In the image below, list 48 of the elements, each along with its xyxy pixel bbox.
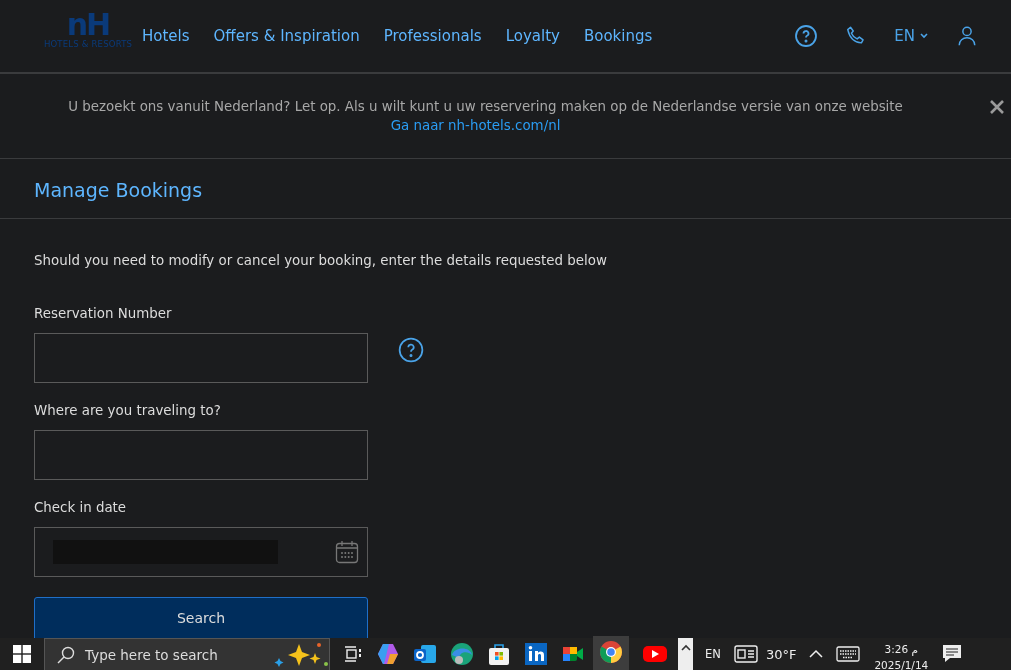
chrome-taskbar-button[interactable] (593, 636, 629, 670)
chevron-up-icon[interactable] (809, 649, 824, 659)
nav-link[interactable]: Hotels (142, 27, 190, 45)
news-icon[interactable] (733, 644, 758, 664)
banner-link[interactable]: Ga naar nh-hotels.com/nl (390, 118, 621, 133)
copilot-icon[interactable] (376, 642, 400, 666)
weather-temperature[interactable]: 30°F (765, 646, 797, 662)
chevron-icon (919, 32, 929, 40)
scroll-arrows[interactable] (678, 638, 693, 670)
user-icon[interactable] (956, 25, 978, 47)
search-button[interactable]: Search (34, 597, 368, 638)
nav-link[interactable]: Professionals (383, 27, 482, 45)
logo-mark: nH (66, 11, 110, 39)
clock-date[interactable]: 2025/1/14 (874, 657, 929, 670)
nav-link[interactable]: Loyalty (505, 27, 560, 45)
date-field[interactable] (34, 527, 368, 577)
task-view-icon[interactable] (343, 644, 363, 664)
field-label: Reservation Number (34, 306, 173, 321)
help-icon[interactable] (398, 337, 424, 363)
edge-icon[interactable] (450, 642, 474, 666)
nav-link[interactable]: Offers & Inspiration (213, 27, 360, 45)
logo-tagline: HOTELS & RESORTS (43, 39, 133, 49)
intro-text: Should you need to modify or cancel your booking, enter the details requested below (34, 253, 608, 268)
language-selector[interactable]: EN (894, 27, 929, 45)
clock-time[interactable]: 3:26 م (884, 641, 919, 657)
calendar-icon[interactable] (335, 540, 359, 564)
search-icon (57, 645, 75, 664)
chrome-icon (599, 640, 623, 664)
outlook-icon[interactable] (413, 642, 437, 666)
linkedin-icon[interactable] (524, 642, 548, 666)
close-icon[interactable] (989, 99, 1005, 115)
windows-start-icon[interactable] (13, 645, 31, 663)
taskbar-search-field[interactable]: Type here to search (44, 638, 330, 670)
chevron-icon (680, 644, 691, 651)
search-placeholder: Type here to search (85, 646, 218, 663)
input-field[interactable] (34, 430, 368, 480)
input-field[interactable] (34, 333, 368, 383)
help-icon[interactable] (794, 24, 819, 48)
youtube-icon[interactable] (642, 644, 668, 664)
nav-link[interactable]: Bookings (583, 27, 653, 45)
notification-icon[interactable] (941, 643, 964, 665)
field-label: Where are you traveling to? (34, 403, 222, 418)
field-label: Check in date (34, 500, 128, 515)
banner-message: U bezoekt ons vanuit Nederland? Let op. Als u wilt kunt u uw reservering maken op de Nederlandse versie van onze website (67, 99, 904, 114)
page-title: Manage Bookings (0, 159, 1011, 219)
keyboard-icon[interactable] (836, 646, 861, 662)
input-language[interactable]: EN (705, 647, 721, 661)
store-icon[interactable] (487, 642, 511, 666)
